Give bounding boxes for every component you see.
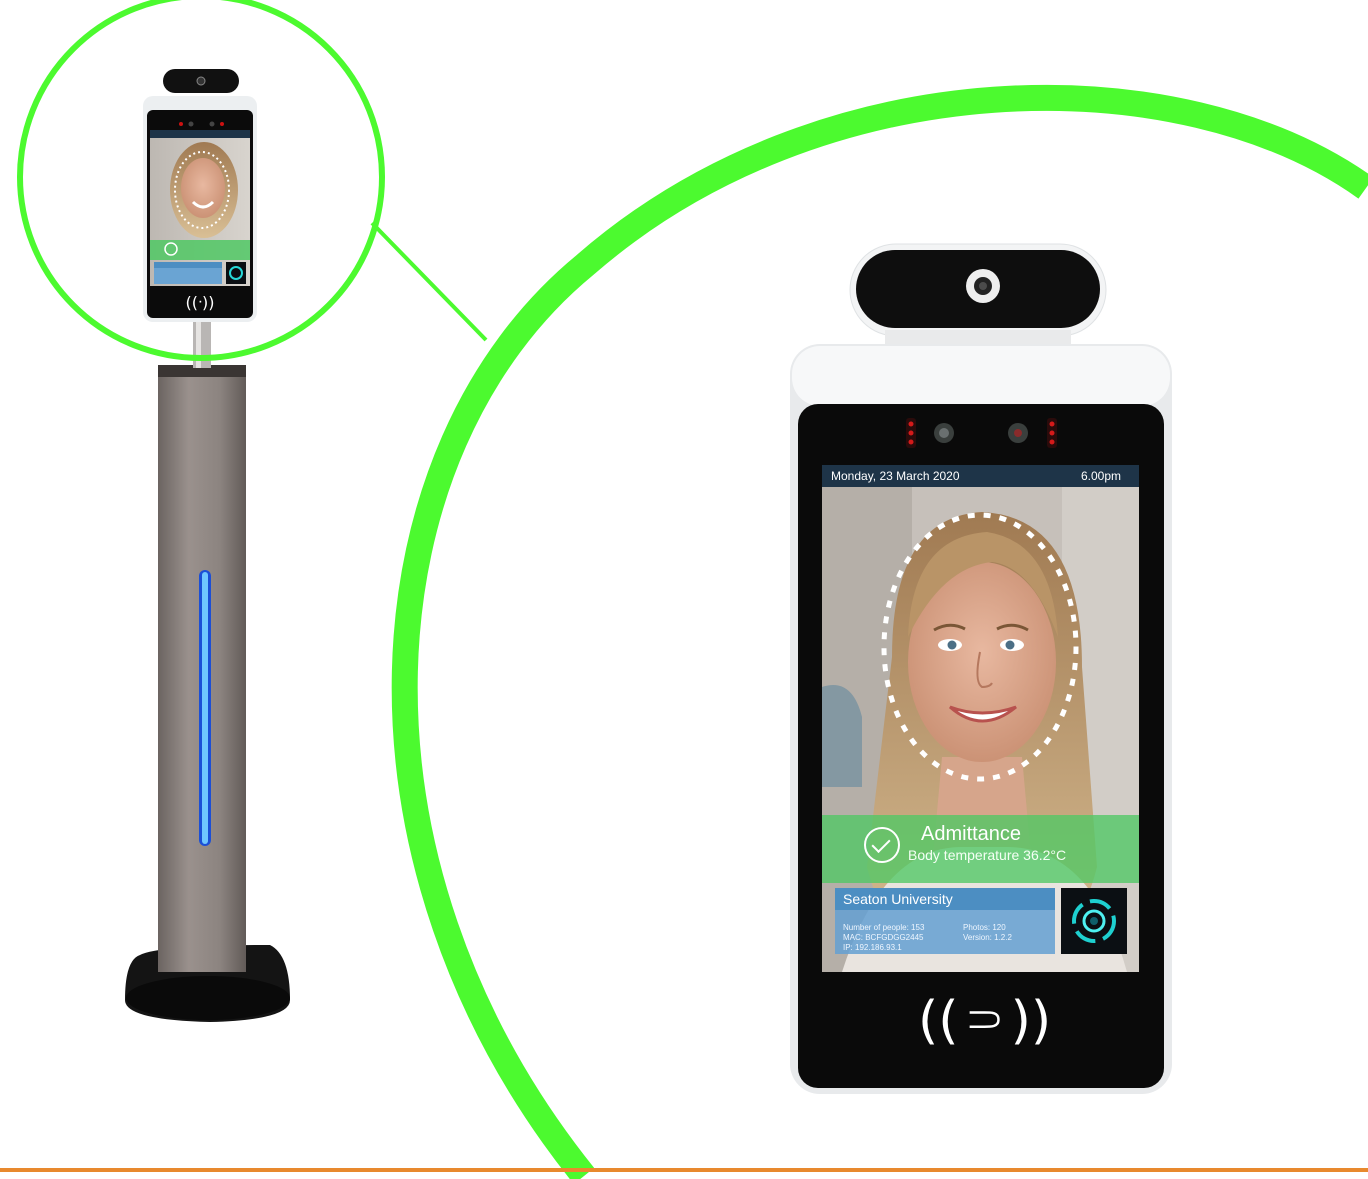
- admittance-banner: Admittance Body temperature 36.2°C: [822, 815, 1139, 883]
- body-temperature: Body temperature 36.2°C: [908, 847, 1067, 863]
- small-kiosk: ((ᐧ)): [143, 69, 257, 322]
- photos-count: Photos: 120: [963, 923, 1006, 932]
- scene: ((ᐧ)): [17, 0, 1368, 1179]
- kiosk-screen: Monday, 23 March 2020 6.00pm Admittance …: [822, 465, 1139, 972]
- organization-name: Seaton University: [835, 888, 1055, 910]
- svg-text:((ᐧ)): ((ᐧ)): [185, 293, 214, 312]
- date-label: Monday, 23 March 2020: [831, 469, 960, 483]
- people-count: Number of people: 153: [843, 923, 925, 932]
- version-label: Version: 1.2.2: [963, 933, 1012, 942]
- scan-badge: [1061, 888, 1127, 954]
- nfc-icon: ((⸧)): [918, 991, 1052, 1051]
- ip-address: IP: 192.186.93.1: [843, 943, 902, 952]
- mac-address: MAC: BCFGDGG2445: [843, 933, 924, 942]
- bottom-stripe: [0, 1168, 1368, 1172]
- time-label: 6.00pm: [1080, 469, 1121, 483]
- status-bar: Monday, 23 March 2020 6.00pm: [822, 465, 1139, 487]
- admittance-title: Admittance: [921, 823, 1022, 845]
- kiosk-stand: [125, 322, 290, 1022]
- checkmark-icon: [864, 827, 900, 863]
- zoom-connector: [370, 221, 488, 342]
- device-info-panel: Seaton University Number of people: 153 …: [835, 888, 1055, 954]
- scan-icon: [1072, 899, 1116, 943]
